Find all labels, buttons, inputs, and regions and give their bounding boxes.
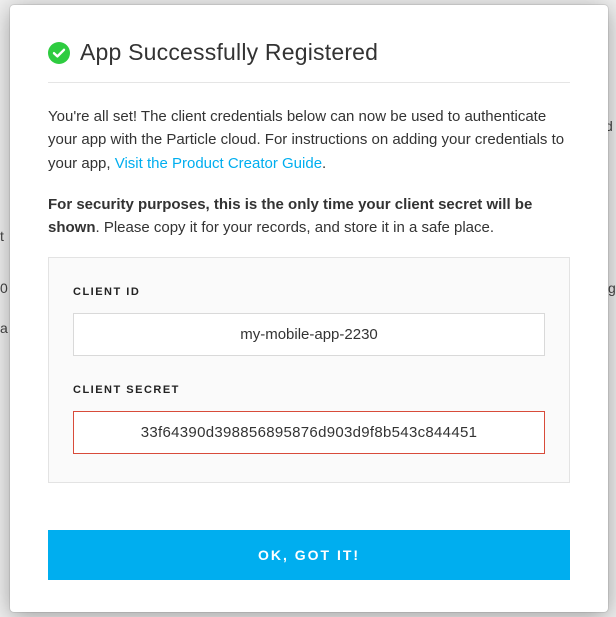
modal-body: You're all set! The client credentials b… [48,83,570,483]
intro-paragraph: You're all set! The client credentials b… [48,105,570,175]
modal-title: App Successfully Registered [80,39,378,66]
client-secret-group: CLIENT SECRET [73,382,545,454]
client-id-group: CLIENT ID [73,284,545,356]
intro-suffix: . [322,155,326,172]
check-circle-icon [48,42,70,64]
client-id-label: CLIENT ID [73,284,545,301]
success-modal: App Successfully Registered You're all s… [10,5,608,612]
client-secret-label: CLIENT SECRET [73,382,545,399]
product-creator-guide-link[interactable]: Visit the Product Creator Guide [115,155,322,172]
modal-header: App Successfully Registered [48,39,570,83]
ok-got-it-button[interactable]: OK, GOT IT! [48,530,570,580]
security-paragraph: For security purposes, this is the only … [48,193,570,240]
credentials-box: CLIENT ID CLIENT SECRET [48,257,570,483]
client-secret-field[interactable] [73,411,545,454]
client-id-field[interactable] [73,313,545,356]
modal-footer: OK, GOT IT! [48,502,570,580]
security-rest: . Please copy it for your records, and s… [96,219,495,236]
